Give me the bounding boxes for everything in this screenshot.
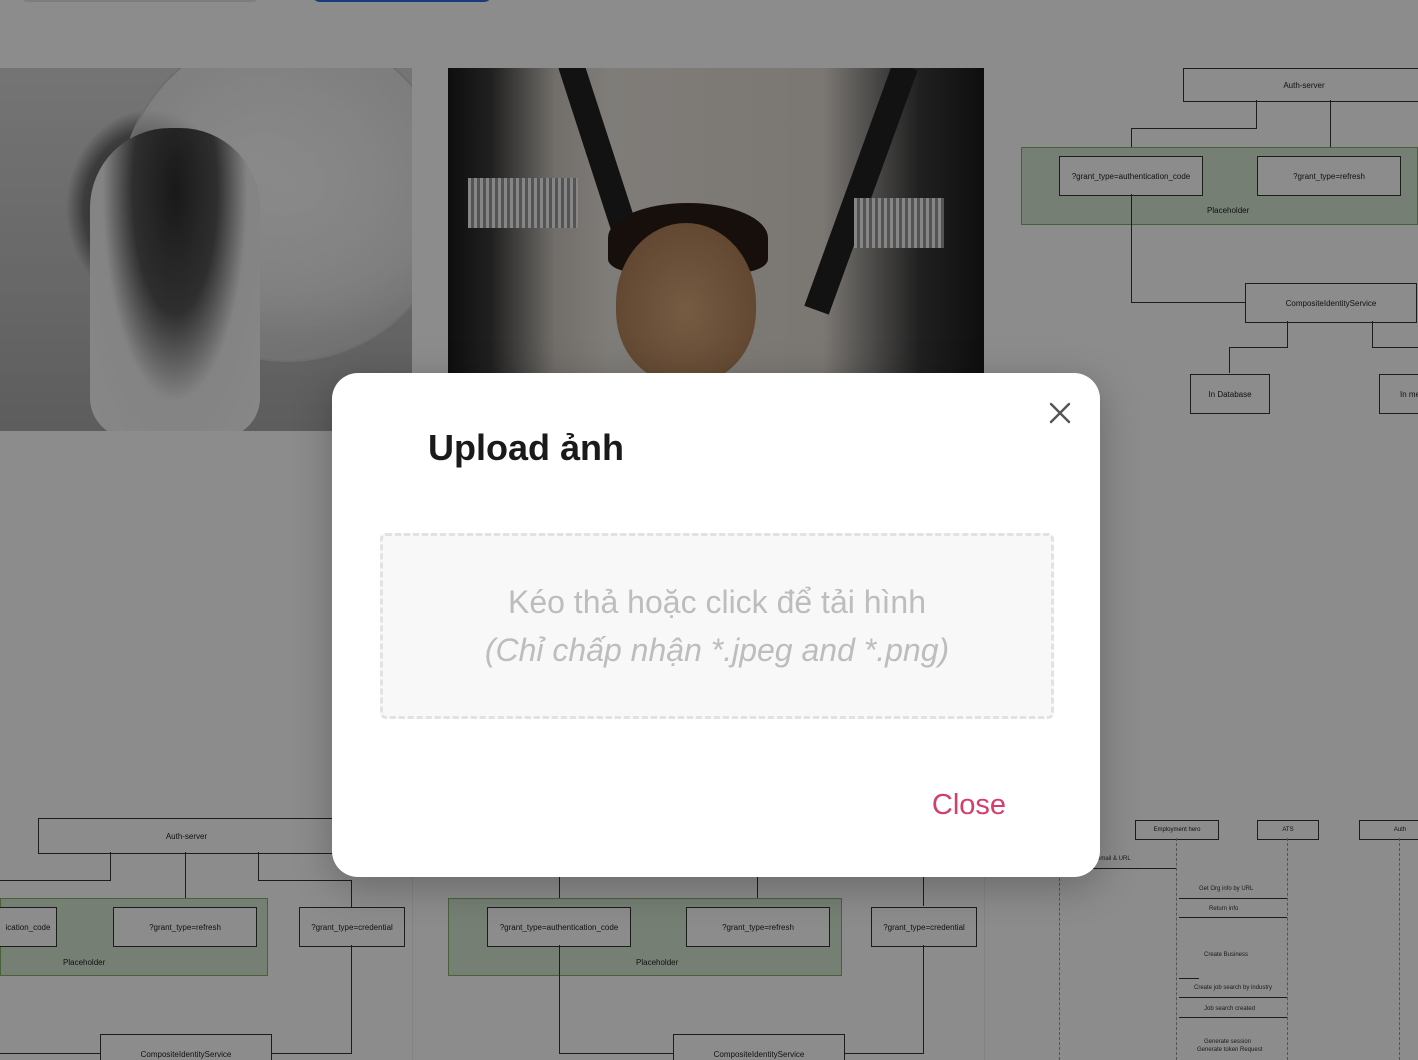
modal-title: Upload ảnh: [428, 427, 624, 468]
close-icon[interactable]: [1044, 397, 1076, 429]
upload-modal: Upload ảnh Kéo thả hoặc click để tải hìn…: [332, 373, 1100, 877]
dropzone-instruction: Kéo thả hoặc click để tải hình: [507, 584, 927, 620]
dropzone-accepted-types: (Chỉ chấp nhận *.jpeg and *.png): [484, 632, 950, 668]
close-button[interactable]: Close: [924, 781, 1014, 829]
image-dropzone[interactable]: Kéo thả hoặc click để tải hình (Chỉ chấp…: [380, 533, 1054, 719]
